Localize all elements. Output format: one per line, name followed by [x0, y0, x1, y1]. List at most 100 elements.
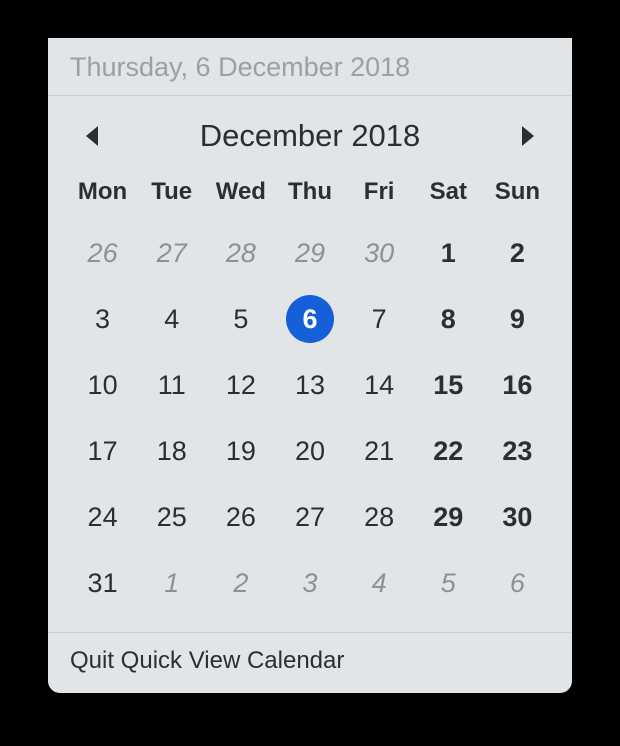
day-number: 26	[88, 238, 118, 269]
day-number: 28	[364, 502, 394, 533]
calendar-day[interactable]: 18	[137, 422, 206, 480]
calendar-day[interactable]: 9	[483, 290, 552, 348]
calendar-day[interactable]: 17	[68, 422, 137, 480]
calendar-day[interactable]: 4	[137, 290, 206, 348]
calendar-day[interactable]: 27	[275, 488, 344, 546]
calendar-day[interactable]: 5	[414, 554, 483, 612]
calendar-day[interactable]: 1	[414, 224, 483, 282]
day-number: 12	[226, 370, 256, 401]
day-number: 8	[441, 304, 456, 335]
calendar-day[interactable]: 31	[68, 554, 137, 612]
day-number: 29	[295, 238, 325, 269]
calendar-day[interactable]: 5	[206, 290, 275, 348]
calendar-day[interactable]: 7	[345, 290, 414, 348]
day-number: 27	[157, 238, 187, 269]
day-number: 19	[226, 436, 256, 467]
calendar-day[interactable]: 2	[206, 554, 275, 612]
day-number: 10	[88, 370, 118, 401]
today-indicator: 6	[286, 295, 334, 343]
day-number: 14	[364, 370, 394, 401]
calendar-day[interactable]: 21	[345, 422, 414, 480]
day-number: 20	[295, 436, 325, 467]
day-number: 18	[157, 436, 187, 467]
calendar-day[interactable]: 3	[275, 554, 344, 612]
calendar-day[interactable]: 6	[483, 554, 552, 612]
day-number: 5	[441, 568, 456, 599]
calendar-day[interactable]: 28	[206, 224, 275, 282]
day-number: 30	[364, 238, 394, 269]
day-number: 24	[88, 502, 118, 533]
day-number: 6	[510, 568, 525, 599]
day-number: 26	[226, 502, 256, 533]
day-number: 9	[510, 304, 525, 335]
calendar-day[interactable]: 22	[414, 422, 483, 480]
day-number: 25	[157, 502, 187, 533]
calendar-day[interactable]: 29	[275, 224, 344, 282]
calendar-day[interactable]: 15	[414, 356, 483, 414]
calendar-day[interactable]: 2	[483, 224, 552, 282]
calendar-day[interactable]: 23	[483, 422, 552, 480]
calendar-day[interactable]: 26	[206, 488, 275, 546]
calendar-day[interactable]: 28	[345, 488, 414, 546]
day-number: 1	[441, 238, 456, 269]
day-number: 7	[372, 304, 387, 335]
current-date-header: Thursday, 6 December 2018	[48, 38, 572, 96]
weekday-header: Wed	[206, 172, 275, 216]
day-number: 17	[88, 436, 118, 467]
calendar-grid: MonTueWedThuFriSatSun2627282930123456789…	[48, 168, 572, 632]
calendar-day[interactable]: 12	[206, 356, 275, 414]
calendar-day[interactable]: 27	[137, 224, 206, 282]
month-nav: December 2018	[48, 96, 572, 168]
calendar-day[interactable]: 3	[68, 290, 137, 348]
next-month-button[interactable]	[510, 119, 544, 153]
quit-label: Quit Quick View Calendar	[70, 647, 344, 674]
day-number: 29	[433, 502, 463, 533]
day-number: 22	[433, 436, 463, 467]
day-number: 21	[364, 436, 394, 467]
month-year-label: December 2018	[200, 118, 421, 154]
quit-menu-item[interactable]: Quit Quick View Calendar	[48, 632, 572, 693]
calendar-day[interactable]: 16	[483, 356, 552, 414]
day-number: 4	[164, 304, 179, 335]
day-number: 1	[164, 568, 179, 599]
day-number: 11	[158, 370, 186, 401]
day-number: 4	[372, 568, 387, 599]
calendar-day[interactable]: 10	[68, 356, 137, 414]
chevron-right-icon	[518, 125, 536, 147]
calendar-day[interactable]: 24	[68, 488, 137, 546]
day-number: 5	[233, 304, 248, 335]
day-number: 15	[433, 370, 463, 401]
calendar-day[interactable]: 29	[414, 488, 483, 546]
calendar-day[interactable]: 13	[275, 356, 344, 414]
day-number: 28	[226, 238, 256, 269]
day-number: 23	[502, 436, 532, 467]
calendar-day[interactable]: 14	[345, 356, 414, 414]
day-number: 3	[302, 568, 317, 599]
calendar-day[interactable]: 30	[345, 224, 414, 282]
chevron-left-icon	[84, 125, 102, 147]
calendar-day[interactable]: 30	[483, 488, 552, 546]
day-number: 27	[295, 502, 325, 533]
calendar-day[interactable]: 1	[137, 554, 206, 612]
day-number: 3	[95, 304, 110, 335]
weekday-header: Mon	[68, 172, 137, 216]
weekday-header: Sat	[414, 172, 483, 216]
day-number: 30	[502, 502, 532, 533]
calendar-day[interactable]: 20	[275, 422, 344, 480]
prev-month-button[interactable]	[76, 119, 110, 153]
current-date-label: Thursday, 6 December 2018	[70, 52, 410, 82]
calendar-day[interactable]: 19	[206, 422, 275, 480]
day-number: 16	[502, 370, 532, 401]
day-number: 2	[233, 568, 248, 599]
calendar-day[interactable]: 11	[137, 356, 206, 414]
calendar-day[interactable]: 25	[137, 488, 206, 546]
calendar-panel: Thursday, 6 December 2018 December 2018 …	[48, 38, 572, 693]
day-number: 31	[88, 568, 118, 599]
weekday-header: Fri	[345, 172, 414, 216]
calendar-day[interactable]: 4	[345, 554, 414, 612]
weekday-header: Sun	[483, 172, 552, 216]
calendar-day[interactable]: 8	[414, 290, 483, 348]
weekday-header: Tue	[137, 172, 206, 216]
calendar-day[interactable]: 26	[68, 224, 137, 282]
calendar-day[interactable]: 6	[275, 290, 344, 348]
